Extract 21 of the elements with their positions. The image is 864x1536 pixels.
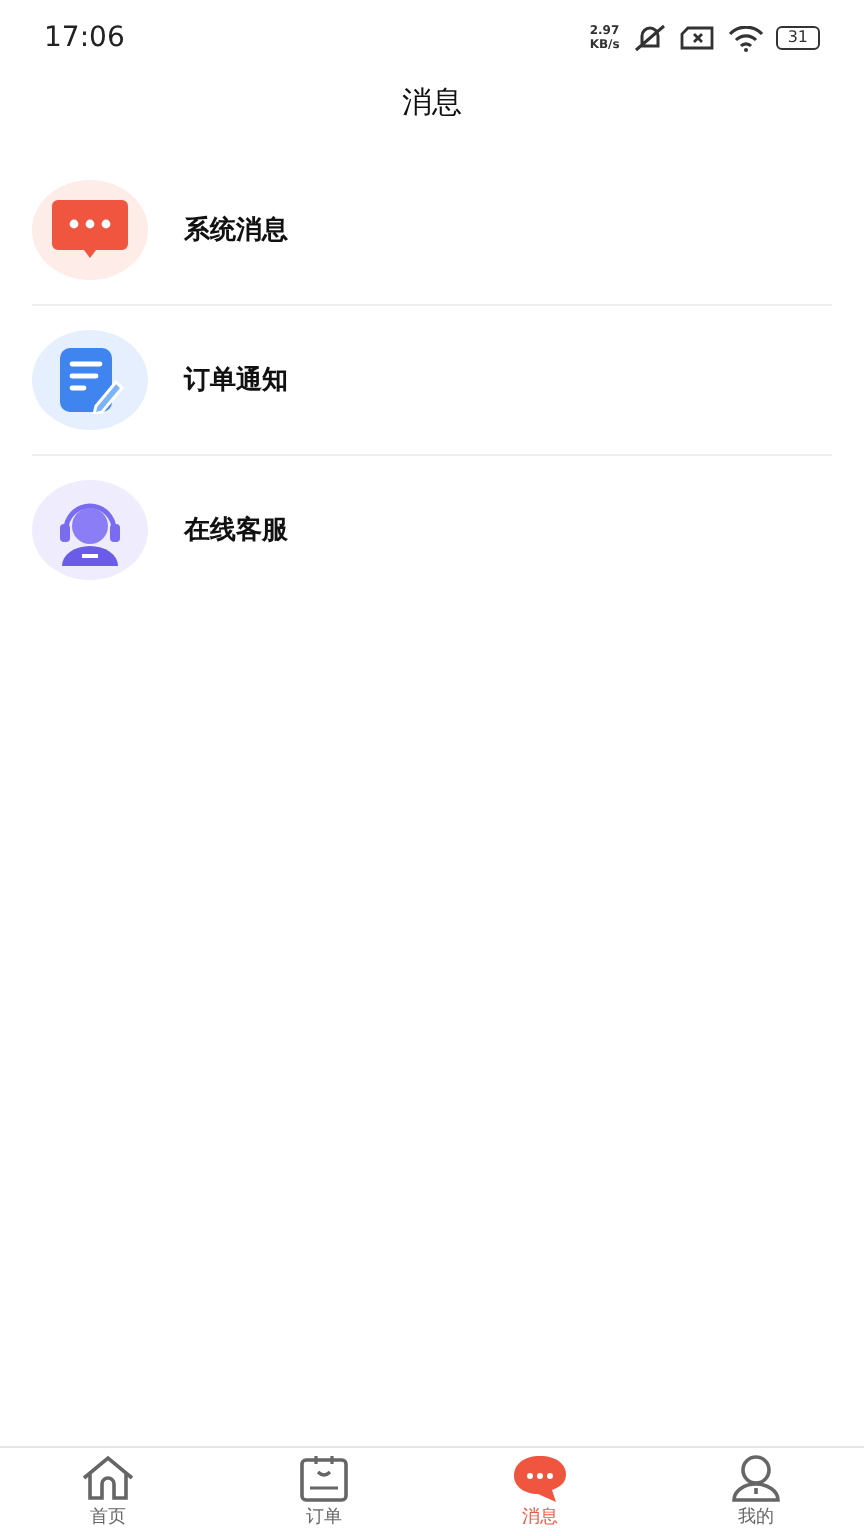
clipboard-icon (298, 1454, 350, 1502)
page-title: 消息 (402, 83, 462, 121)
home-icon (80, 1454, 136, 1502)
nav-tab[interactable]: 我的 (648, 1448, 864, 1536)
item-label: 系统消息 (184, 213, 288, 248)
nav-tab[interactable]: 首页 (0, 1448, 216, 1536)
status-time: 17:06 (44, 22, 125, 54)
sim-icon (679, 26, 716, 50)
wifi-icon (727, 25, 764, 51)
message-category-item[interactable]: 系统消息 (32, 156, 832, 306)
nav-tab[interactable]: 订单 (216, 1448, 432, 1536)
mute-icon (631, 24, 668, 52)
message-category-item[interactable]: 订单通知 (32, 306, 832, 456)
item-label: 在线客服 (184, 513, 288, 548)
item-label: 订单通知 (184, 364, 288, 398)
document-pencil-icon (56, 346, 124, 414)
message-category-item[interactable]: 在线客服 (32, 456, 832, 604)
nav-tab[interactable]: 消息 (432, 1448, 648, 1536)
person-icon (730, 1454, 782, 1502)
battery-indicator: 31 (775, 26, 820, 50)
chat-bubble-icon (512, 1454, 568, 1502)
